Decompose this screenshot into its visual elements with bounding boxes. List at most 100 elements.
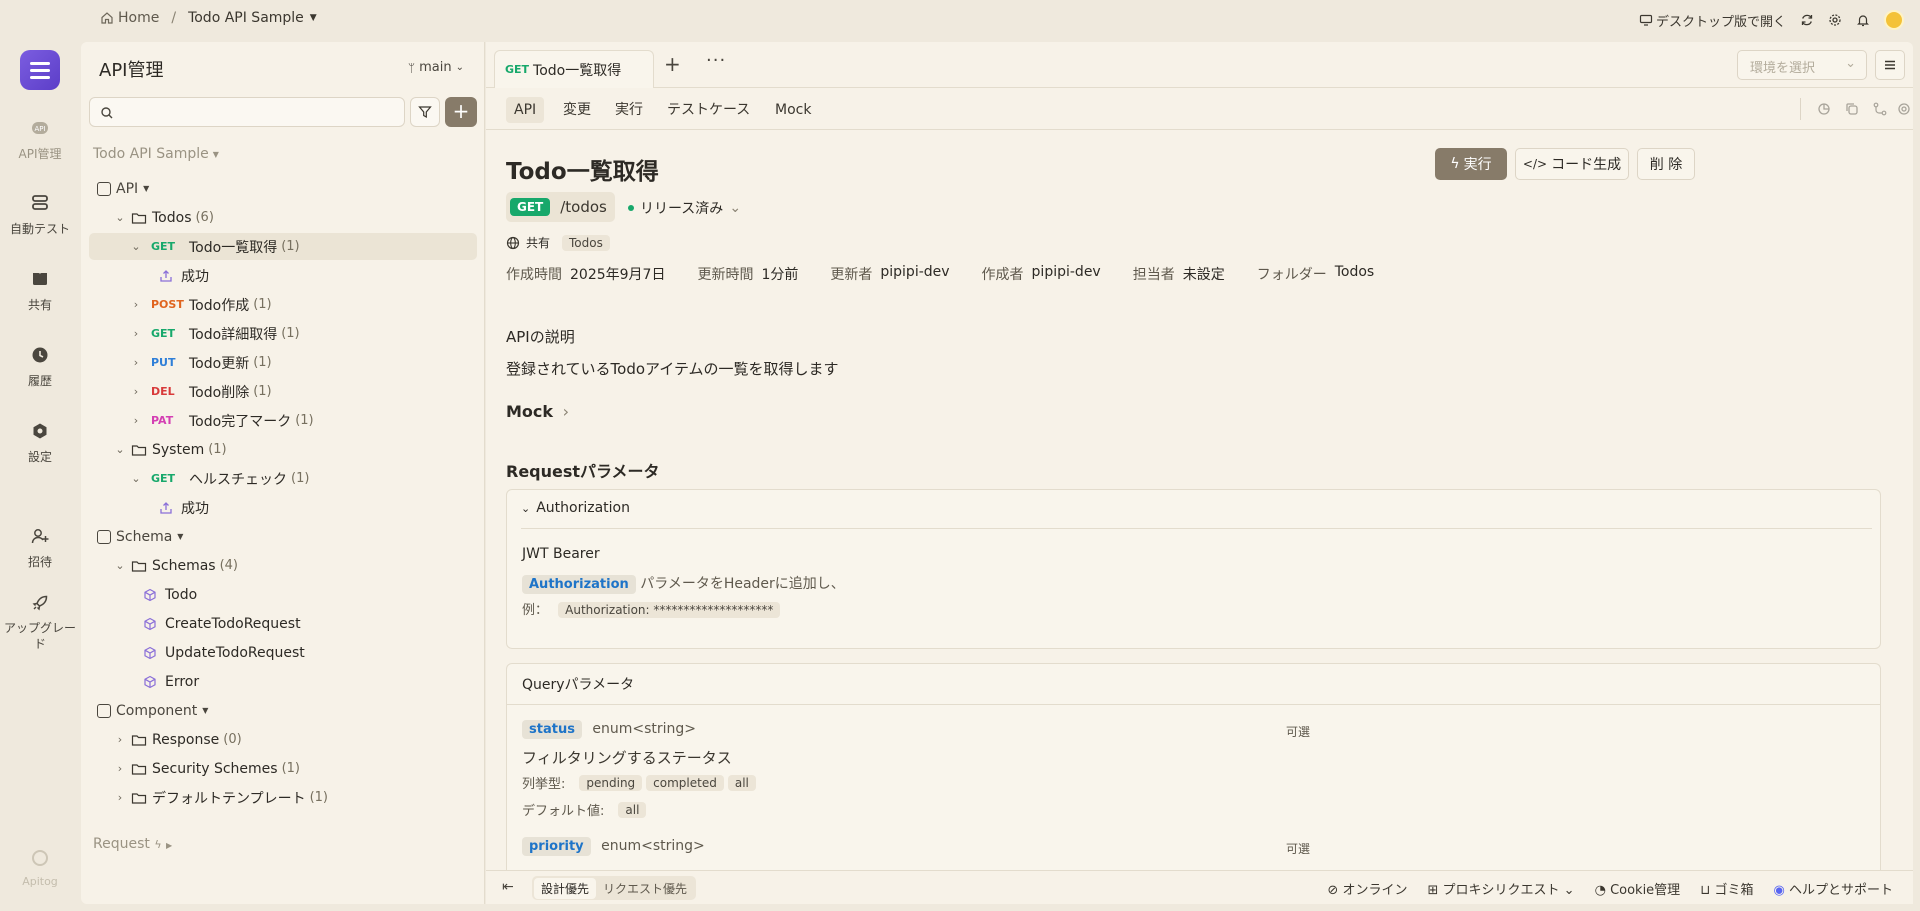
- auth-toggle[interactable]: ⌄ Authorization: [521, 500, 630, 516]
- design-first-button[interactable]: 設計優先: [534, 877, 597, 899]
- tree-case[interactable]: 成功: [89, 262, 477, 289]
- trash-button[interactable]: ⊔ ゴミ箱: [1700, 879, 1753, 898]
- filter-button[interactable]: [410, 97, 440, 127]
- rail-item-autotest[interactable]: 自動テスト: [0, 193, 80, 237]
- tree-folder[interactable]: › Security Schemes (1): [89, 755, 477, 782]
- tree-schema[interactable]: CreateTodoRequest: [89, 610, 477, 637]
- chevron-right-icon[interactable]: ›: [129, 356, 143, 369]
- chart-icon[interactable]: [1817, 102, 1831, 116]
- tree-endpoint[interactable]: ⌄ GET Todo一覧取得 (1): [89, 233, 477, 260]
- chevron-down-icon[interactable]: ⌄: [113, 211, 127, 224]
- env-select[interactable]: 環境を選択 ⌄: [1737, 50, 1867, 80]
- tab-label: Todo一覧取得: [533, 62, 622, 79]
- menu-icon: [1883, 58, 1897, 72]
- status-select[interactable]: リリース済み ⌄: [628, 198, 741, 218]
- search-input[interactable]: [89, 97, 405, 127]
- more-icon[interactable]: ···: [706, 50, 726, 71]
- sidebar-title: API管理: [99, 60, 164, 81]
- refresh-icon[interactable]: [1800, 13, 1814, 27]
- tab-changes[interactable]: 変更: [555, 97, 599, 123]
- tree-label: Todo削除: [189, 384, 250, 401]
- tree-endpoint[interactable]: ⌄ GET ヘルスチェック (1): [89, 465, 477, 492]
- tree-schema[interactable]: UpdateTodoRequest: [89, 639, 477, 666]
- tree-endpoint[interactable]: › PUT Todo更新 (1): [89, 349, 477, 376]
- tree-endpoint[interactable]: › POST Todo作成 (1): [89, 291, 477, 318]
- add-button[interactable]: +: [445, 97, 477, 127]
- endpoint-path: /todos: [560, 198, 607, 216]
- rail-item-settings[interactable]: 設定: [0, 421, 80, 465]
- collapse-icon[interactable]: ⇤: [502, 879, 514, 895]
- rail-item-invite[interactable]: 招待: [0, 526, 80, 570]
- new-tab-button[interactable]: +: [664, 52, 681, 76]
- online-status[interactable]: ⊘ オンライン: [1327, 879, 1407, 898]
- tab-mock[interactable]: Mock: [767, 97, 819, 123]
- home-icon: [100, 11, 114, 25]
- chevron-down-icon[interactable]: ⌄: [113, 559, 127, 572]
- settings-icon[interactable]: [1897, 102, 1911, 116]
- brand-logo-icon: [30, 848, 50, 868]
- run-button[interactable]: ϟ 実行: [1435, 148, 1507, 180]
- upload-icon: [159, 269, 173, 283]
- chevron-down-icon[interactable]: ⌄: [129, 472, 143, 485]
- chevron-right-icon[interactable]: ›: [129, 327, 143, 340]
- gear-icon[interactable]: [1828, 13, 1842, 27]
- bell-icon[interactable]: [1856, 13, 1870, 27]
- breadcrumb-home[interactable]: Home: [118, 10, 159, 26]
- mock-heading[interactable]: Mock ›: [506, 402, 569, 421]
- chevron-right-icon[interactable]: ›: [129, 298, 143, 311]
- branch-selector[interactable]: ᛘ main ⌄: [408, 60, 464, 75]
- request-first-button[interactable]: リクエスト優先: [596, 878, 694, 899]
- method-label: GET: [151, 472, 176, 485]
- tree-folder[interactable]: › デフォルトテンプレート (1): [89, 784, 477, 811]
- tree-folder[interactable]: › Response (0): [89, 726, 477, 753]
- rail-item-share[interactable]: 共有: [0, 269, 80, 313]
- chevron-right-icon[interactable]: ›: [113, 791, 127, 804]
- chevron-right-icon[interactable]: ›: [129, 414, 143, 427]
- chevron-down-icon[interactable]: ▼: [310, 13, 317, 23]
- tree-schema[interactable]: Error: [89, 668, 477, 695]
- tree-group[interactable]: API ▼: [89, 175, 477, 202]
- rail-item-history[interactable]: 履歴: [0, 345, 80, 389]
- help-button[interactable]: ◉ ヘルプとサポート: [1774, 879, 1894, 898]
- app-logo[interactable]: [20, 50, 60, 90]
- flow-icon[interactable]: [1873, 102, 1887, 116]
- tree-endpoint[interactable]: › PAT Todo完了マーク (1): [89, 407, 477, 434]
- open-desktop-button[interactable]: デスクトップ版で開く: [1639, 11, 1786, 30]
- request-label[interactable]: Request ϟ ▶: [93, 836, 172, 852]
- chevron-right-icon[interactable]: ›: [129, 385, 143, 398]
- tree-folder[interactable]: ⌄ Schemas (4): [89, 552, 477, 579]
- tree-folder[interactable]: ⌄ Todos (6): [89, 204, 477, 231]
- rail-item-api[interactable]: API API管理: [0, 118, 80, 162]
- codegen-button[interactable]: </> コード生成: [1515, 148, 1629, 180]
- chevron-right-icon: ›: [562, 402, 570, 421]
- chevron-down-icon[interactable]: ⌄: [113, 443, 127, 456]
- tab-api[interactable]: API: [506, 97, 545, 123]
- menu-button[interactable]: [1875, 50, 1905, 80]
- tree-endpoint[interactable]: › GET Todo詳細取得 (1): [89, 320, 477, 347]
- cookie-button[interactable]: ◔ Cookie管理: [1595, 879, 1681, 898]
- breadcrumb-project[interactable]: Todo API Sample: [188, 10, 304, 26]
- tree-label: Todo一覧取得: [189, 239, 278, 256]
- tab-run[interactable]: 実行: [607, 97, 651, 123]
- tree-group[interactable]: Component ▼: [89, 697, 477, 724]
- chevron-right-icon[interactable]: ›: [113, 762, 127, 775]
- tab-active[interactable]: GET Todo一覧取得: [494, 50, 654, 88]
- delete-button[interactable]: 削 除: [1637, 148, 1695, 180]
- tree-schema[interactable]: Todo: [89, 581, 477, 608]
- tree-group[interactable]: Schema ▼: [89, 523, 477, 550]
- avatar[interactable]: [1884, 10, 1904, 30]
- chevron-right-icon[interactable]: ›: [113, 733, 127, 746]
- run-button-label: 実行: [1463, 157, 1492, 173]
- tree-endpoint[interactable]: › DEL Todo削除 (1): [89, 378, 477, 405]
- tree-folder[interactable]: ⌄ System (1): [89, 436, 477, 463]
- tree-case[interactable]: 成功: [89, 494, 477, 521]
- chevron-down-icon[interactable]: ⌄: [129, 240, 143, 253]
- top-actions: デスクトップ版で開く: [1639, 10, 1904, 30]
- env-select-placeholder: 環境を選択: [1750, 61, 1816, 76]
- copy-icon[interactable]: [1845, 102, 1859, 116]
- project-label[interactable]: Todo API Sample ▼: [93, 146, 219, 162]
- proxy-select[interactable]: ⊞ プロキシリクエスト ⌄: [1427, 879, 1574, 898]
- rail-item-upgrade[interactable]: アップグレード: [0, 593, 80, 652]
- endpoint-badge: GET /todos: [506, 192, 615, 222]
- tab-testcases[interactable]: テストケース: [659, 97, 758, 123]
